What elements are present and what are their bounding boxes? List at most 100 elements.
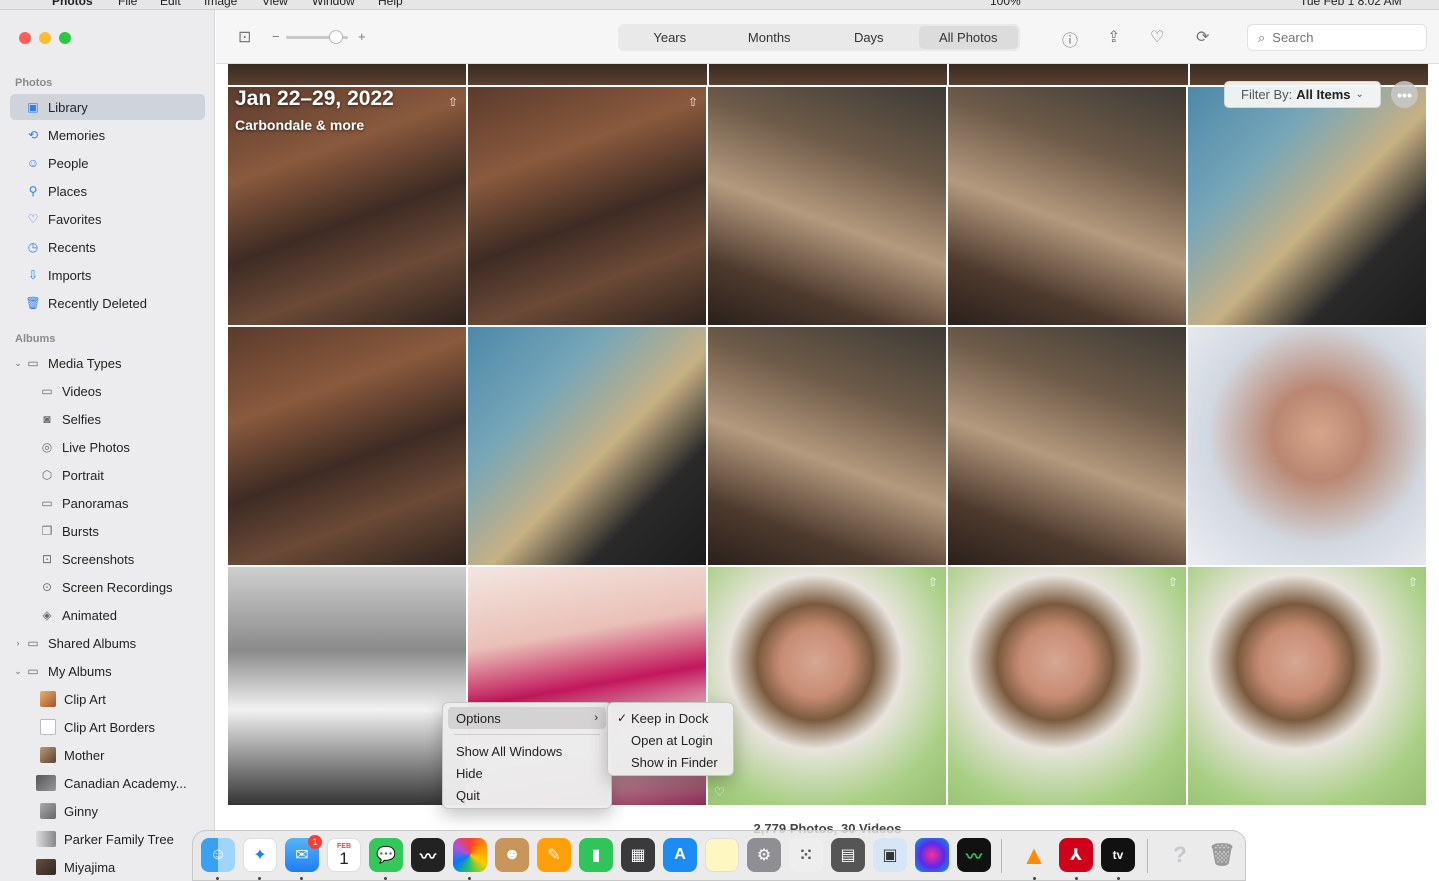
image-capture-icon[interactable]: ▤ xyxy=(831,838,865,872)
calendar-icon[interactable]: FEB 1 xyxy=(327,838,361,872)
menu-window[interactable]: Window xyxy=(312,0,355,8)
sidebar-item-imports[interactable]: ⇩ Imports xyxy=(10,262,205,288)
numbers-icon[interactable]: ▮ xyxy=(579,838,613,872)
chevron-right-icon[interactable]: › xyxy=(12,638,24,648)
tab-years[interactable]: Years xyxy=(620,26,720,49)
photo-thumbnail[interactable] xyxy=(228,327,466,565)
sidebar-item-portrait[interactable]: ⬡ Portrait xyxy=(10,462,205,488)
photo-thumbnail[interactable]: ⇧ xyxy=(948,567,1186,805)
sidebar-item-bursts[interactable]: ❐ Bursts xyxy=(10,518,205,544)
sidebar-item-memories[interactable]: ⟲ Memories xyxy=(10,122,205,148)
menu-item-open-at-login[interactable]: Open at Login xyxy=(613,729,728,751)
photo-thumbnail[interactable] xyxy=(1188,87,1426,325)
help-question-icon[interactable]: ? xyxy=(1163,838,1197,872)
tab-all-photos[interactable]: All Photos xyxy=(918,26,1018,49)
photo-thumbnail[interactable]: ⇧ xyxy=(468,87,706,325)
photo-thumbnail[interactable] xyxy=(468,327,706,565)
aspect-toggle-icon[interactable]: ⊡ xyxy=(238,27,251,47)
close-window-button[interactable] xyxy=(19,32,31,44)
menu-view[interactable]: View xyxy=(262,0,288,8)
more-options-button[interactable]: ••• xyxy=(1391,81,1418,108)
sidebar-item-miyajima[interactable]: Miyajima xyxy=(10,854,205,880)
stocks-icon[interactable]: 〰 xyxy=(411,838,445,872)
zoom-window-button[interactable] xyxy=(59,32,71,44)
trash-icon[interactable]: 🗑 xyxy=(1205,838,1239,872)
photo-grid-area[interactable]: Jan 22–29, 2022 Carbondale & more ⇧ ⇧ ⇧ … xyxy=(216,64,1439,881)
calculator-icon[interactable]: ▦ xyxy=(621,838,655,872)
share-icon[interactable]: ⇪ xyxy=(1107,27,1120,47)
acrobat-icon[interactable]: ⅄ xyxy=(1059,838,1093,872)
safari-icon[interactable]: ✦ xyxy=(243,838,277,872)
info-icon[interactable]: ⓘ xyxy=(1062,27,1078,51)
tab-days[interactable]: Days xyxy=(819,26,919,49)
messages-icon[interactable]: 💬 xyxy=(369,838,403,872)
sidebar-item-animated[interactable]: ◈ Animated xyxy=(10,602,205,628)
sidebar-item-recents[interactable]: ◷ Recents xyxy=(10,234,205,260)
heart-icon[interactable]: ♡ xyxy=(1150,27,1164,47)
sidebar-item-people[interactable]: ☺ People xyxy=(10,150,205,176)
chevron-down-icon[interactable]: ⌄ xyxy=(12,666,24,677)
photo-thumbnail[interactable] xyxy=(948,327,1186,565)
moment-location-subtitle[interactable]: Carbondale & more xyxy=(235,117,364,133)
zoom-in-button[interactable]: + xyxy=(358,29,366,44)
menu-item-quit[interactable]: Quit xyxy=(448,784,606,806)
menu-photos[interactable]: Photos xyxy=(52,0,93,8)
favorite-heart-icon[interactable]: ♡ xyxy=(714,785,725,799)
photos-app-icon[interactable] xyxy=(453,838,487,872)
preview-icon[interactable]: ▣ xyxy=(873,838,907,872)
zoom-slider-knob[interactable] xyxy=(329,30,343,44)
notes-icon[interactable] xyxy=(705,838,739,872)
sidebar-item-shared-albums[interactable]: › ▭ Shared Albums xyxy=(10,630,205,656)
sidebar-item-screen-recordings[interactable]: ⊙ Screen Recordings xyxy=(10,574,205,600)
menu-file[interactable]: File xyxy=(118,0,137,8)
photo-thumbnail[interactable]: ⇧ xyxy=(1188,567,1426,805)
sidebar-item-screenshots[interactable]: ⊡ Screenshots xyxy=(10,546,205,572)
photo-thumbnail[interactable] xyxy=(948,87,1186,325)
menu-item-hide[interactable]: Hide xyxy=(448,762,606,784)
filter-by-button[interactable]: Filter By: All Items ⌄ xyxy=(1224,81,1381,108)
clock[interactable]: Tue Feb 1 8:02 AM xyxy=(1300,0,1402,8)
photo-thumbnail[interactable] xyxy=(708,327,946,565)
photo-thumbnail[interactable]: ⇧ ♡ xyxy=(708,567,946,805)
sidebar-item-my-albums[interactable]: ⌄ ▭ My Albums xyxy=(10,658,205,684)
vlc-icon[interactable]: ▲ xyxy=(1017,838,1051,872)
sidebar-item-parker-family-tree[interactable]: Parker Family Tree xyxy=(10,826,205,852)
menu-item-show-in-finder[interactable]: Show in Finder xyxy=(613,751,728,773)
menu-item-show-all-windows[interactable]: Show All Windows xyxy=(448,740,606,762)
sidebar-item-places[interactable]: ⚲ Places xyxy=(10,178,205,204)
menu-help[interactable]: Help xyxy=(378,0,403,8)
sidebar-item-media-types[interactable]: ⌄ ▭ Media Types xyxy=(10,350,205,376)
menu-item-options[interactable]: Options › xyxy=(448,707,606,729)
search-field[interactable]: ⌕ xyxy=(1247,24,1427,51)
menu-edit[interactable]: Edit xyxy=(160,0,181,8)
zoom-out-button[interactable]: − xyxy=(272,29,280,44)
siri-icon[interactable] xyxy=(915,838,949,872)
sidebar-item-clip-art[interactable]: Clip Art xyxy=(10,686,205,712)
sidebar-item-canadian-academy[interactable]: Canadian Academy... xyxy=(10,770,205,796)
sidebar-item-live-photos[interactable]: ◎ Live Photos xyxy=(10,434,205,460)
app-store-icon[interactable]: A xyxy=(663,838,697,872)
menu-image[interactable]: Image xyxy=(204,0,237,8)
search-input[interactable] xyxy=(1272,30,1403,45)
sidebar-item-recently-deleted[interactable]: 🗑 Recently Deleted xyxy=(10,290,205,316)
photo-thumbnail[interactable] xyxy=(228,567,466,805)
photo-thumbnail[interactable]: Jan 22–29, 2022 Carbondale & more ⇧ xyxy=(228,87,466,325)
minimize-window-button[interactable] xyxy=(39,32,51,44)
tab-months[interactable]: Months xyxy=(720,26,820,49)
sidebar-item-favorites[interactable]: ♡ Favorites xyxy=(10,206,205,232)
system-preferences-icon[interactable]: ⚙ xyxy=(747,838,781,872)
chevron-down-icon[interactable]: ⌄ xyxy=(12,358,24,369)
apple-tv-icon[interactable]: tv xyxy=(1101,838,1135,872)
launchpad-icon[interactable]: ⁙ xyxy=(789,838,823,872)
contacts-icon[interactable]: ☻ xyxy=(495,838,529,872)
photo-thumbnail[interactable] xyxy=(1188,327,1426,565)
battery-percent[interactable]: 100% xyxy=(990,0,1021,8)
sidebar-item-ginny[interactable]: Ginny xyxy=(10,798,205,824)
activity-monitor-icon[interactable]: 〰 xyxy=(957,838,991,872)
rotate-icon[interactable]: ⟳ xyxy=(1196,27,1209,47)
sidebar-item-videos[interactable]: ▭ Videos xyxy=(10,378,205,404)
photo-thumbnail[interactable] xyxy=(708,87,946,325)
finder-icon[interactable]: ☺ xyxy=(201,838,235,872)
sidebar-item-selfies[interactable]: ◙ Selfies xyxy=(10,406,205,432)
menu-item-keep-in-dock[interactable]: ✓ Keep in Dock xyxy=(613,707,728,729)
